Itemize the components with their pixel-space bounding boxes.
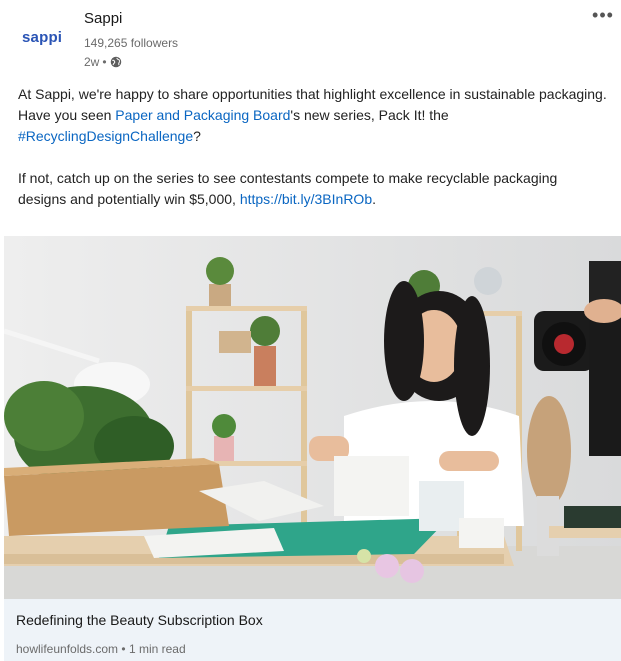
post-paragraph-1: At Sappi, we're happy to share opportuni… [18,84,608,147]
follower-count: 149,265 followers [84,36,179,50]
company-name[interactable]: Sappi [84,10,122,27]
mention-link[interactable]: Paper and Packaging Board [115,107,290,123]
preview-separator: • [121,642,126,656]
more-options-button[interactable]: ••• [589,6,617,28]
text-span: . [372,191,377,207]
hashtag-link[interactable]: #RecyclingDesignChallenge [18,128,193,144]
post-meta: 2w • [84,55,122,69]
post-card: sappi Sappi 149,265 followers 2w • ••• A… [0,0,621,661]
preview-meta: howlifeunfolds.com • 1 min read [16,642,186,656]
url-link[interactable]: https://bit.ly/3BInROb [240,191,372,207]
preview-read-time: 1 min read [128,642,186,656]
preview-source: howlifeunfolds.com [16,642,119,656]
globe-icon [110,56,121,68]
preview-title[interactable]: Redefining the Beauty Subscription Box [16,612,263,628]
text-span: ? [193,128,201,144]
company-logo[interactable]: sappi [22,29,70,49]
photo-illustration [4,236,621,599]
link-preview[interactable]: Redefining the Beauty Subscription Box h… [4,599,621,661]
post-time: 2w [84,55,100,69]
post-image[interactable] [4,236,621,599]
post-text: At Sappi, we're happy to share opportuni… [18,84,608,210]
text-span: 's new series, Pack It! the [290,107,449,123]
post-paragraph-2: If not, catch up on the series to see co… [18,168,608,210]
meta-separator: • [102,55,107,69]
